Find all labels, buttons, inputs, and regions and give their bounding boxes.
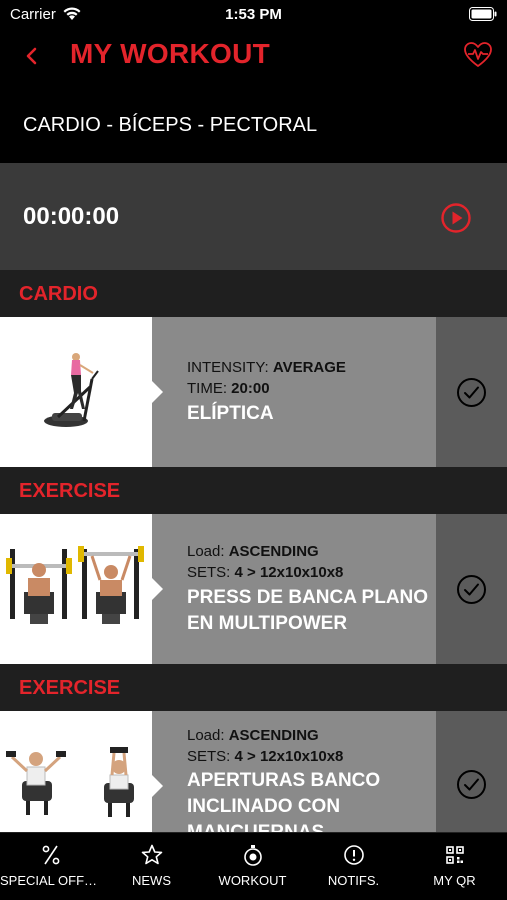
exercise-row[interactable]: Load: ASCENDING SETS: 4 > 12x10x10x8 PRE…: [0, 514, 507, 664]
tab-label: WORKOUT: [218, 873, 287, 888]
status-bar: Carrier 1:53 PM: [0, 0, 507, 30]
status-time: 1:53 PM: [225, 6, 282, 23]
check-circle-icon: [457, 378, 486, 407]
header: MY WORKOUT: [0, 30, 507, 82]
time-line: TIME: 20:00: [187, 380, 270, 397]
routine-name: CARDIO - BÍCEPS - PECTORAL: [23, 114, 318, 136]
tab-special-offers[interactable]: SPECIAL OFFE...: [0, 833, 101, 900]
qr-code-icon: [446, 846, 464, 864]
page-title: MY WORKOUT: [70, 38, 271, 69]
tab-workout[interactable]: WORKOUT: [202, 833, 303, 900]
exercise-info: INTENSITY: AVERAGE TIME: 20:00 ELÍPTICA: [152, 317, 436, 467]
stopwatch-icon: [244, 845, 262, 866]
exercise-info: Load: ASCENDING SETS: 4 > 12x10x10x8 PRE…: [152, 514, 436, 664]
complete-button[interactable]: [436, 514, 507, 664]
alert-icon: [344, 845, 364, 865]
tab-bar: SPECIAL OFFE... NEWS WORKOUT NOTIFS. MY …: [0, 832, 507, 900]
timer-display: 00:00:00: [23, 203, 120, 230]
check-circle-icon: [457, 770, 486, 799]
sets-line: SETS: 4 > 12x10x10x8: [187, 564, 344, 581]
load-line: Load: ASCENDING: [187, 727, 319, 744]
play-icon[interactable]: [440, 202, 472, 234]
exercise-image: [0, 514, 152, 664]
battery-icon: [469, 7, 497, 21]
section-title: CARDIO: [19, 283, 98, 305]
exercise-name: PRESS DE BANCA PLANO EN MULTIPOWER: [187, 587, 429, 634]
exercise-image: [0, 317, 152, 467]
section-title: EXERCISE: [19, 480, 121, 502]
tab-label: MY QR: [433, 873, 476, 888]
bench-press-icon: [6, 546, 144, 624]
tab-label: NEWS: [132, 873, 171, 888]
tab-label: SPECIAL OFFE...: [0, 873, 101, 888]
check-circle-icon: [457, 575, 486, 604]
back-chevron-icon[interactable]: [18, 40, 46, 72]
section-header: EXERCISE: [0, 467, 507, 514]
sets-line: SETS: 4 > 12x10x10x8: [187, 748, 344, 765]
star-icon: [141, 844, 163, 865]
section-title: EXERCISE: [19, 677, 121, 699]
section-header: EXERCISE: [0, 664, 507, 711]
elliptical-machine-icon: [44, 353, 99, 427]
tab-notifications[interactable]: NOTIFS.: [303, 833, 404, 900]
exercise-row[interactable]: INTENSITY: AVERAGE TIME: 20:00 ELÍPTICA: [0, 317, 507, 467]
exercise-name: ELÍPTICA: [187, 403, 274, 424]
tab-news[interactable]: NEWS: [101, 833, 202, 900]
tab-my-qr[interactable]: MY QR: [404, 833, 505, 900]
timer-panel: 00:00:00: [0, 163, 507, 270]
intensity-line: INTENSITY: AVERAGE: [187, 359, 346, 376]
complete-button[interactable]: [436, 317, 507, 467]
heart-rate-icon[interactable]: [463, 40, 493, 70]
percent-icon: [42, 845, 60, 865]
tab-label: NOTIFS.: [327, 873, 380, 888]
load-line: Load: ASCENDING: [187, 543, 319, 560]
section-header: CARDIO: [0, 270, 507, 317]
